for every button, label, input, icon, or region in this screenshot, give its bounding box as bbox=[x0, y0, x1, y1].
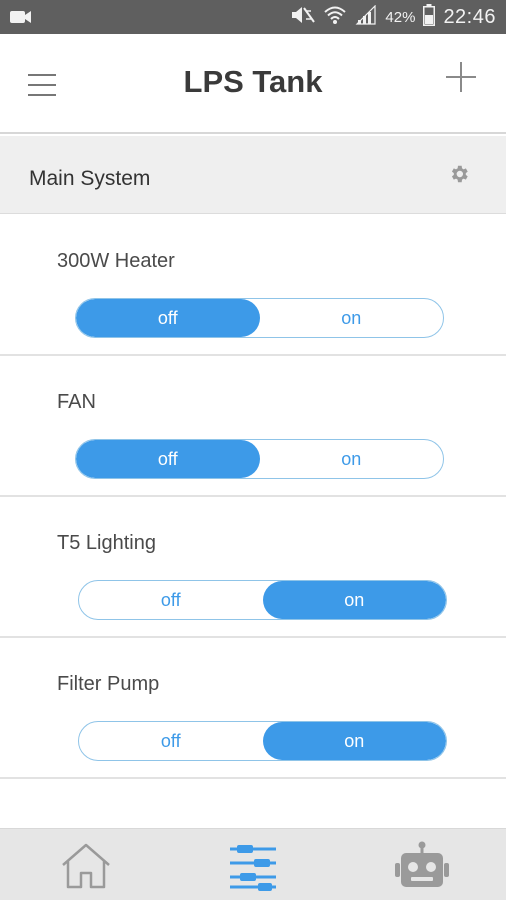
home-icon[interactable] bbox=[57, 841, 117, 891]
wifi-icon bbox=[323, 5, 347, 30]
off-segment[interactable]: off bbox=[79, 581, 263, 619]
page-title: LPS Tank bbox=[183, 64, 323, 99]
off-segment[interactable]: off bbox=[76, 299, 260, 337]
on-segment[interactable]: on bbox=[262, 722, 446, 760]
device-row-300w-heater: 300W Heater off on bbox=[0, 215, 506, 356]
gear-icon[interactable] bbox=[448, 163, 470, 185]
device-row-fan: FAN off on bbox=[0, 356, 506, 497]
device-row-t5-lighting: T5 Lighting off on bbox=[0, 497, 506, 638]
app-bar: LPS Tank bbox=[0, 34, 506, 134]
video-camera-icon bbox=[10, 9, 32, 30]
off-segment[interactable]: off bbox=[79, 722, 263, 760]
on-segment[interactable]: on bbox=[260, 440, 444, 478]
power-toggle: off on bbox=[75, 298, 444, 338]
signal-icon bbox=[355, 4, 377, 30]
on-segment[interactable]: on bbox=[260, 299, 444, 337]
device-label: T5 Lighting bbox=[57, 532, 156, 554]
section-title: Main System bbox=[29, 167, 151, 190]
battery-percent: 42% bbox=[385, 8, 416, 26]
section-header: Main System bbox=[0, 136, 506, 214]
device-label: 300W Heater bbox=[57, 250, 175, 272]
robot-icon[interactable] bbox=[393, 841, 453, 891]
power-toggle: off on bbox=[78, 580, 447, 620]
on-segment[interactable]: on bbox=[262, 581, 446, 619]
status-bar: 42% 22:46 bbox=[0, 0, 506, 34]
battery-icon bbox=[423, 3, 436, 31]
bottom-navigation bbox=[0, 828, 506, 900]
sliders-icon[interactable] bbox=[224, 841, 284, 891]
device-row-filter-pump: Filter Pump off on bbox=[0, 638, 506, 779]
plus-icon[interactable] bbox=[444, 60, 478, 94]
power-toggle: off on bbox=[78, 721, 447, 761]
power-toggle: off on bbox=[75, 439, 444, 479]
device-label: FAN bbox=[57, 391, 96, 413]
device-label: Filter Pump bbox=[57, 673, 160, 695]
mute-icon bbox=[291, 5, 316, 30]
clock: 22:46 bbox=[443, 5, 496, 28]
off-segment[interactable]: off bbox=[76, 440, 260, 478]
